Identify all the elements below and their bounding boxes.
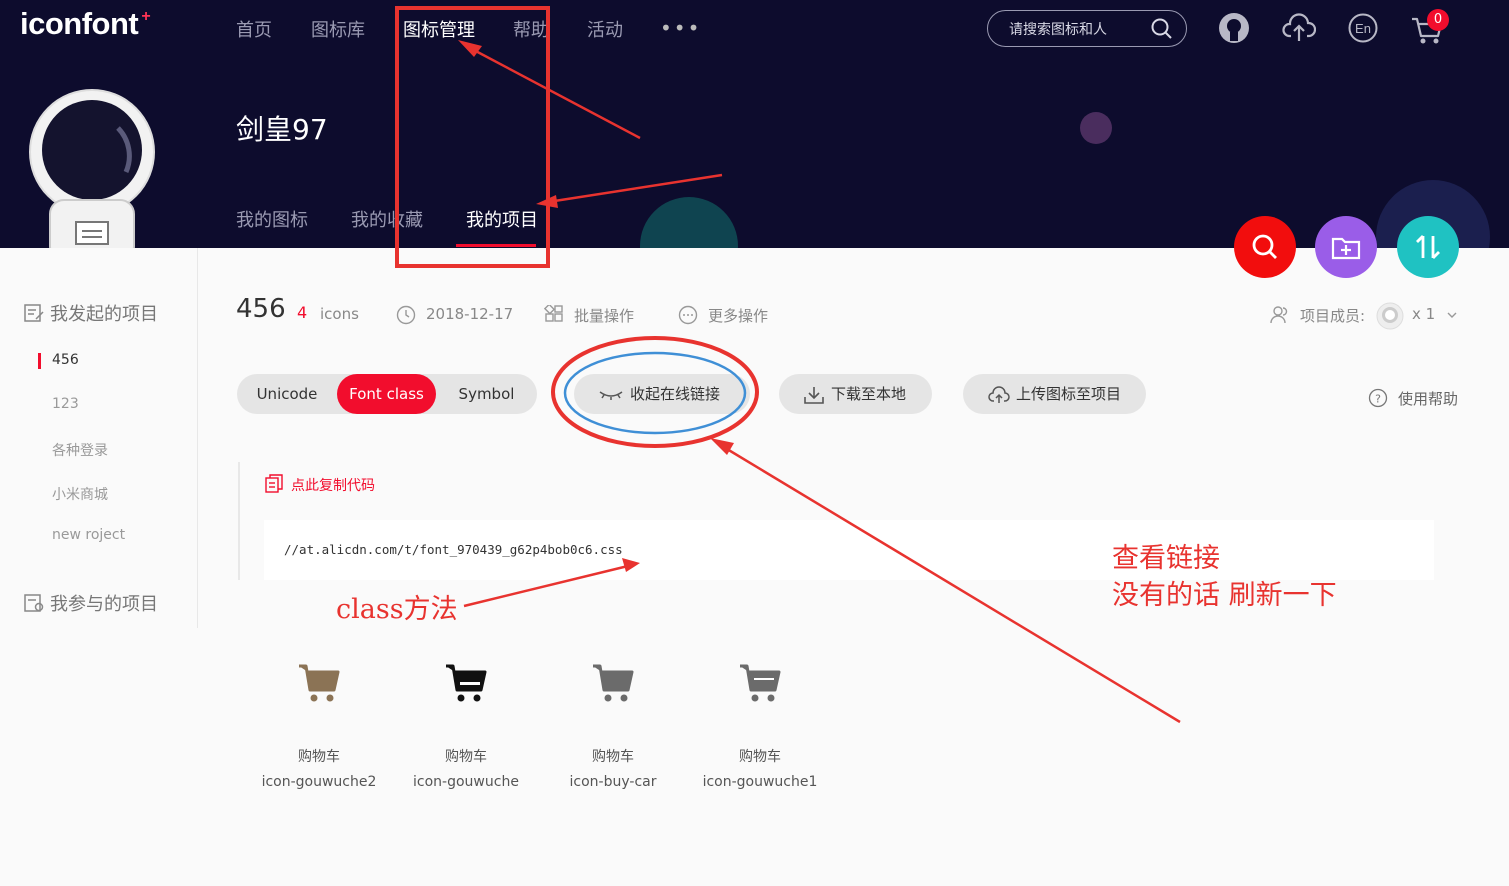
sort-arrows-icon — [1416, 235, 1440, 259]
joined-list-icon — [24, 594, 44, 612]
tab-my-projects[interactable]: 我的项目 — [466, 206, 538, 232]
icon-name: 购物车 — [739, 749, 781, 765]
icon-class: icon-gouwuche2 — [261, 774, 377, 790]
search-icon[interactable] — [1150, 17, 1174, 41]
tab-unicode[interactable]: Unicode — [237, 374, 337, 414]
tab-my-icons[interactable]: 我的图标 — [236, 206, 308, 232]
user-name: 剑皇97 — [236, 113, 328, 146]
project-item-mi-mall[interactable]: 小米商城 — [52, 484, 108, 504]
icon-class: icon-buy-car — [569, 774, 657, 790]
edit-list-icon — [24, 304, 44, 322]
cart-icon — [740, 664, 781, 702]
members-icon — [1270, 306, 1288, 324]
icon-card-gouwuche[interactable]: 购物车 icon-gouwuche — [391, 660, 541, 790]
nav-home[interactable]: 首页 — [236, 16, 272, 42]
upload-cloud-icon[interactable] — [1282, 12, 1316, 44]
tab-font-class[interactable]: Font class — [337, 374, 436, 414]
project-members[interactable]: 项目成员: x 1 — [1270, 302, 1457, 330]
project-item-new-project[interactable]: new roject — [52, 527, 125, 543]
copy-code-link[interactable]: 点此复制代码 — [265, 474, 375, 495]
collapse-online-link-button[interactable]: 收起在线链接 — [574, 374, 750, 414]
more-circle-icon — [678, 305, 698, 325]
iconfont-logo[interactable]: iconfont + — [20, 6, 151, 42]
my-projects-heading: 我发起的项目 — [24, 300, 158, 326]
add-project-circle-button[interactable] — [1315, 216, 1377, 278]
cart-icon — [593, 664, 634, 702]
icon-name: 购物车 — [592, 749, 634, 765]
icon-name: 购物车 — [445, 749, 487, 765]
grid-icon — [544, 305, 563, 322]
active-tab-underline — [456, 244, 536, 247]
cart-icon — [446, 664, 487, 702]
project-item-456[interactable]: 456 — [52, 352, 79, 368]
css-link-url[interactable]: //at.alicdn.com/t/font_970439_g62p4bob0c… — [284, 542, 623, 557]
upload-to-project-button[interactable]: 上传图标至项目 — [963, 374, 1146, 414]
project-item-123[interactable]: 123 — [52, 396, 79, 412]
more-operations-button[interactable]: 更多操作 — [678, 305, 768, 326]
nav-activity[interactable]: 活动 — [587, 16, 623, 42]
batch-operation-button[interactable]: 批量操作 — [544, 305, 634, 326]
search-input[interactable]: 请搜索图标和人 — [987, 10, 1187, 47]
github-icon[interactable] — [1218, 12, 1250, 44]
icon-card-buy-car[interactable]: 购物车 icon-buy-car — [538, 660, 688, 790]
nav-icon-library[interactable]: 图标库 — [311, 16, 365, 42]
cart-count-badge: 0 — [1427, 9, 1449, 31]
nav-more-icon[interactable]: ••• — [660, 16, 701, 40]
member-avatar — [1376, 302, 1404, 330]
upload-cloud-icon — [988, 386, 1010, 403]
joined-projects-heading[interactable]: 我参与的项目 — [24, 590, 158, 616]
annotation-refresh-hint: 没有的话 刷新一下 — [1112, 580, 1337, 611]
icon-card-gouwuche1[interactable]: 购物车 icon-gouwuche1 — [685, 660, 835, 790]
icon-class: icon-gouwuche — [413, 774, 519, 790]
eye-closed-icon — [599, 391, 623, 400]
decor-circle-teal — [640, 197, 738, 248]
sort-circle-button[interactable] — [1397, 216, 1459, 278]
project-title: 456 — [236, 294, 286, 324]
copy-icon — [265, 474, 283, 493]
annotation-view-link: 查看链接 — [1112, 543, 1220, 574]
code-type-tabs: Unicode Font class Symbol — [237, 374, 537, 414]
project-date: 2018-12-17 — [396, 305, 513, 325]
svg-text:?: ? — [1375, 393, 1381, 406]
search-circle-button[interactable] — [1234, 216, 1296, 278]
download-local-button[interactable]: 下载至本地 — [779, 374, 932, 414]
icon-count-unit: icons — [320, 305, 359, 323]
tab-symbol[interactable]: Symbol — [436, 374, 537, 414]
tab-my-favorites[interactable]: 我的收藏 — [351, 206, 423, 232]
icon-count: 4 — [297, 303, 308, 322]
search-icon — [1252, 234, 1277, 259]
icon-name: 购物车 — [298, 749, 340, 765]
svg-text:En: En — [1355, 21, 1371, 36]
clock-icon — [396, 305, 416, 325]
project-item-login[interactable]: 各种登录 — [52, 440, 108, 460]
folder-add-icon — [1331, 237, 1361, 260]
arrowhead-link — [710, 438, 734, 455]
active-project-marker — [38, 353, 41, 369]
nav-icon-management[interactable]: 图标管理 — [403, 16, 475, 42]
language-en-icon[interactable]: En — [1348, 12, 1378, 44]
cart-icon — [299, 664, 340, 702]
question-circle-icon: ? — [1368, 388, 1388, 408]
nav-help[interactable]: 帮助 — [513, 16, 549, 42]
icon-card-gouwuche2[interactable]: 购物车 icon-gouwuche2 — [244, 660, 394, 790]
chevron-down-icon — [1447, 312, 1457, 318]
annotation-class-method: class方法 — [336, 594, 458, 625]
astronaut-avatar[interactable] — [26, 88, 158, 248]
decor-circle-purple — [1080, 112, 1112, 144]
site-header: iconfont + 首页 图标库 图标管理 帮助 活动 ••• 请搜索图标和人 … — [0, 0, 1509, 248]
search-placeholder: 请搜索图标和人 — [1009, 22, 1107, 38]
icon-class: icon-gouwuche1 — [702, 774, 818, 790]
usage-help-link[interactable]: ? 使用帮助 — [1368, 388, 1458, 409]
download-icon — [804, 387, 824, 404]
